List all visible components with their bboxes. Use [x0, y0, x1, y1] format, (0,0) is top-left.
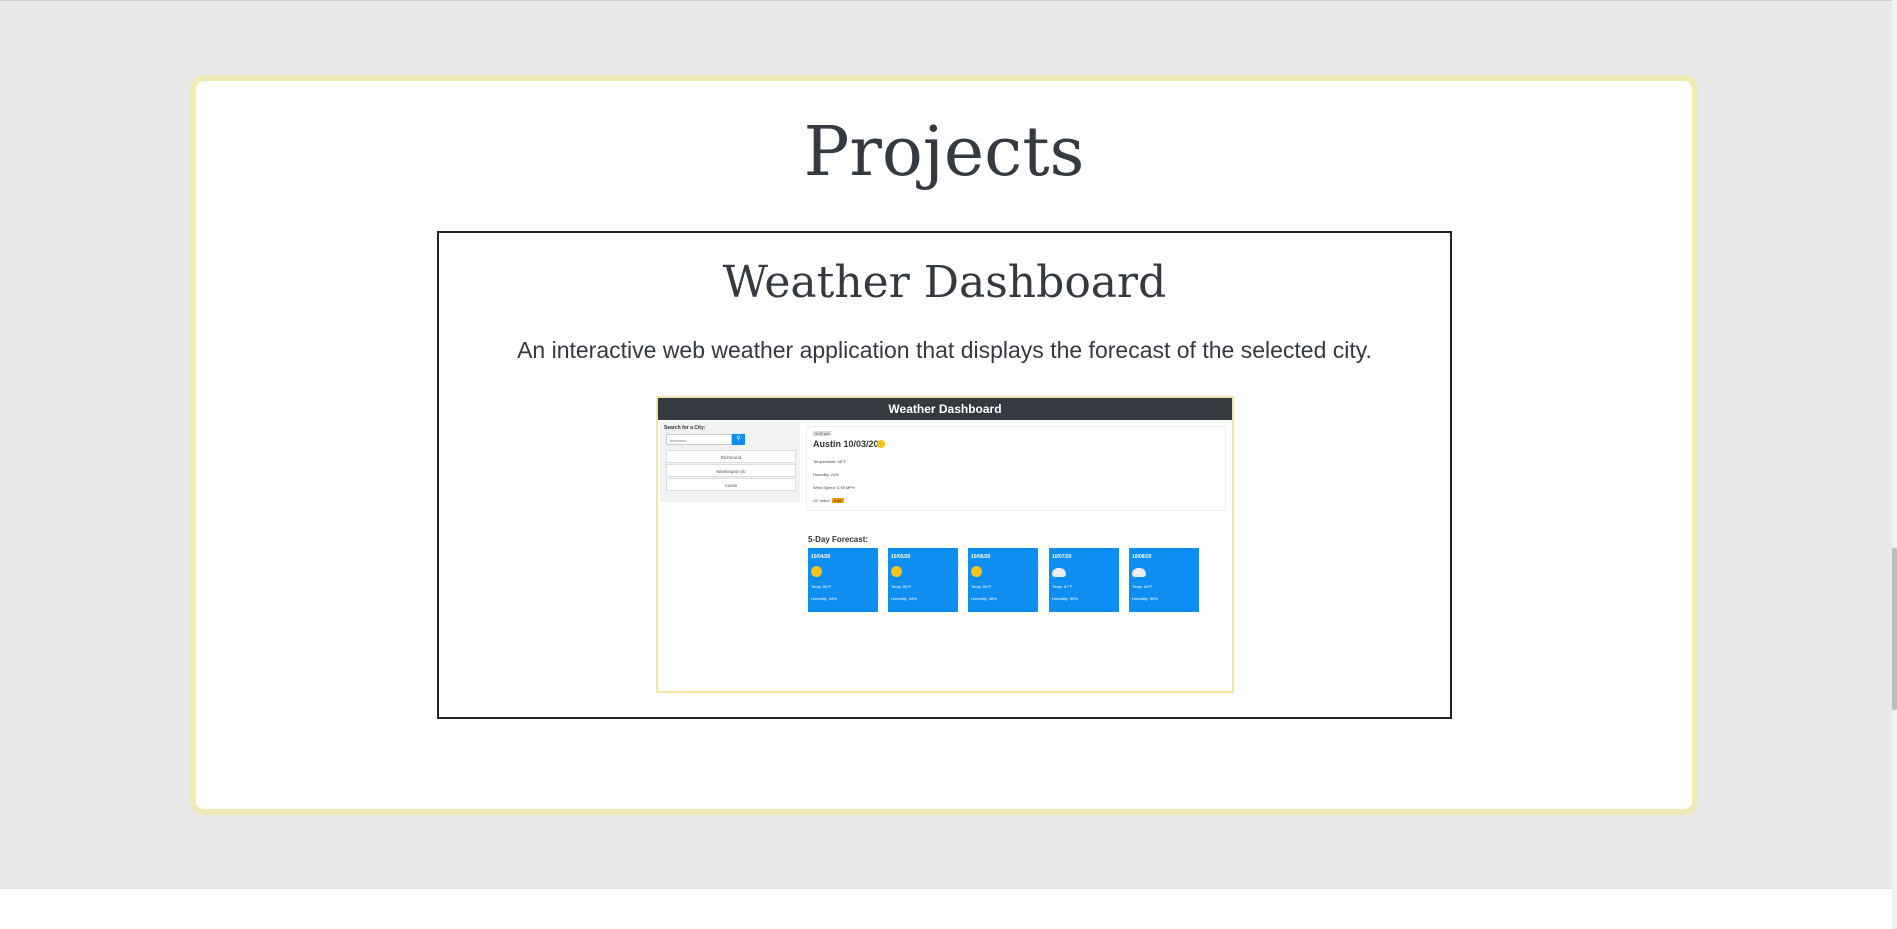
forecast-humidity: Humidity: 34% — [891, 596, 917, 601]
sun-icon — [891, 566, 902, 577]
temperature-text: Temperature: 66°F — [813, 459, 847, 464]
cloud-icon — [1132, 568, 1146, 577]
forecast-date: 10/04/20 — [811, 554, 831, 560]
forecast-temp: Temp: 67°F — [1052, 584, 1073, 589]
forecast-humidity: Humidity: 34% — [811, 596, 837, 601]
forecast-humidity: Humidity: 35% — [1132, 596, 1158, 601]
forecast-temp: Temp: 65°F — [891, 584, 912, 589]
wind-text: Wind Speed: 5.99 MPH — [813, 485, 855, 490]
current-time: 3:02 pm — [813, 431, 832, 436]
history-item: Washington dc — [666, 464, 796, 477]
forecast-humidity: Humidity: 39% — [1052, 596, 1078, 601]
forecast-card: 10/05/20 Temp: 65°F Humidity: 34% — [888, 548, 958, 612]
projects-heading: Projects — [803, 113, 1085, 192]
scrollbar-thumb[interactable] — [1892, 548, 1897, 710]
uv-badge: 5.66 — [831, 498, 844, 503]
screenshot-sidebar: Search for a City: richmond ⚲ Richmond W… — [660, 422, 800, 502]
history-item: Richmond — [666, 450, 796, 463]
uv-label: UV Index: — [813, 498, 831, 503]
forecast-date: 10/05/20 — [891, 554, 911, 560]
projects-section: Projects Weather Dashboard An interactiv… — [190, 75, 1698, 815]
sun-icon — [971, 566, 982, 577]
forecast-title: 5-Day Forecast: — [808, 535, 869, 544]
top-divider — [0, 0, 1897, 1]
screenshot-header: Weather Dashboard — [658, 398, 1232, 420]
forecast-humidity: Humidity: 46% — [971, 596, 997, 601]
next-section-strip — [0, 888, 1892, 929]
sun-icon — [877, 440, 885, 448]
search-icon: ⚲ — [732, 434, 745, 445]
forecast-card: 10/07/20 Temp: 67°F Humidity: 39% — [1049, 548, 1119, 612]
forecast-temp: Temp: 66°F — [811, 584, 832, 589]
scrollbar-track[interactable] — [1892, 0, 1897, 928]
forecast-date: 10/07/20 — [1052, 554, 1072, 560]
forecast-card: 10/08/20 Temp: 66°F Humidity: 35% — [1129, 548, 1199, 612]
forecast-date: 10/08/20 — [1132, 554, 1152, 560]
cloud-icon — [1052, 568, 1066, 577]
project-description: An interactive web weather application t… — [517, 337, 1372, 363]
project-title: Weather Dashboard — [722, 257, 1167, 308]
uv-index: UV Index: 5.66 — [813, 498, 844, 503]
search-input: richmond — [666, 434, 732, 445]
history-item: Austin — [666, 478, 796, 491]
project-card: Weather Dashboard An interactive web wea… — [437, 231, 1452, 719]
forecast-temp: Temp: 68°F — [971, 584, 992, 589]
forecast-card: 10/06/20 Temp: 68°F Humidity: 46% — [968, 548, 1038, 612]
search-label: Search for a City: — [664, 425, 706, 431]
forecast-temp: Temp: 66°F — [1132, 584, 1153, 589]
forecast-date: 10/06/20 — [971, 554, 991, 560]
current-city: Austin 10/03/20 — [813, 439, 879, 449]
humidity-text: Humidity: 24% — [813, 472, 839, 477]
project-screenshot[interactable]: Weather Dashboard Search for a City: ric… — [656, 396, 1234, 693]
forecast-card: 10/04/20 Temp: 66°F Humidity: 34% — [808, 548, 878, 612]
current-weather-panel: 3:02 pm Austin 10/03/20 Temperature: 66°… — [806, 426, 1226, 511]
sun-icon — [811, 566, 822, 577]
history-list: Richmond Washington dc Austin — [666, 450, 796, 492]
